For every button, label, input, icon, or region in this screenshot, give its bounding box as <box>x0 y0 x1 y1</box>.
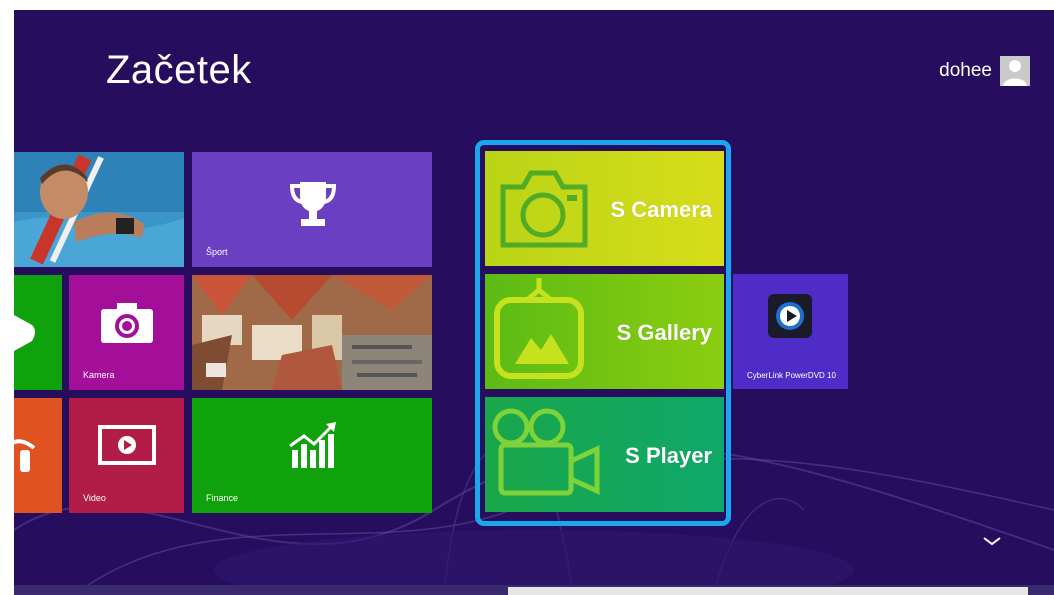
tile-finance[interactable]: Finance <box>192 398 432 513</box>
tile-cyberlink[interactable]: CyberLink PowerDVD 10 <box>733 274 848 389</box>
headphones-icon <box>14 439 36 472</box>
start-screen: Začetek dohee Šport Kamera Video Finance… <box>14 10 1054 595</box>
username: dohee <box>939 60 992 81</box>
tile-label-kamera: Kamera <box>83 370 115 380</box>
scrollbar-thumb[interactable] <box>508 587 1028 595</box>
trophy-icon <box>289 182 337 226</box>
swimmer-photo-tile[interactable] <box>14 152 184 267</box>
group-highlight-frame <box>475 140 731 526</box>
tile-sport[interactable]: Šport <box>192 152 432 267</box>
store-icon <box>14 315 35 351</box>
tile-label-cyberlink: CyberLink PowerDVD 10 <box>747 371 836 380</box>
tile-music[interactable] <box>14 398 62 513</box>
tile-label-sport: Šport <box>206 247 228 257</box>
swimmer-photo <box>14 152 184 267</box>
chevron-down-icon[interactable] <box>980 534 1004 548</box>
page-title: Začetek <box>106 48 252 92</box>
tile-store[interactable] <box>14 275 62 390</box>
tile-label-video: Video <box>83 493 106 503</box>
city-photo <box>192 275 432 390</box>
user-account[interactable]: dohee <box>939 56 1030 86</box>
prague-photo-tile[interactable] <box>192 275 432 390</box>
tile-label-finance: Finance <box>206 493 239 503</box>
tile-kamera[interactable]: Kamera <box>69 275 184 390</box>
tile-video[interactable]: Video <box>69 398 184 513</box>
chart-icon <box>289 422 336 468</box>
user-avatar-icon[interactable] <box>1000 56 1030 86</box>
powerdvd-icon <box>768 294 812 338</box>
camera-icon <box>101 303 153 343</box>
video-icon <box>98 425 156 465</box>
